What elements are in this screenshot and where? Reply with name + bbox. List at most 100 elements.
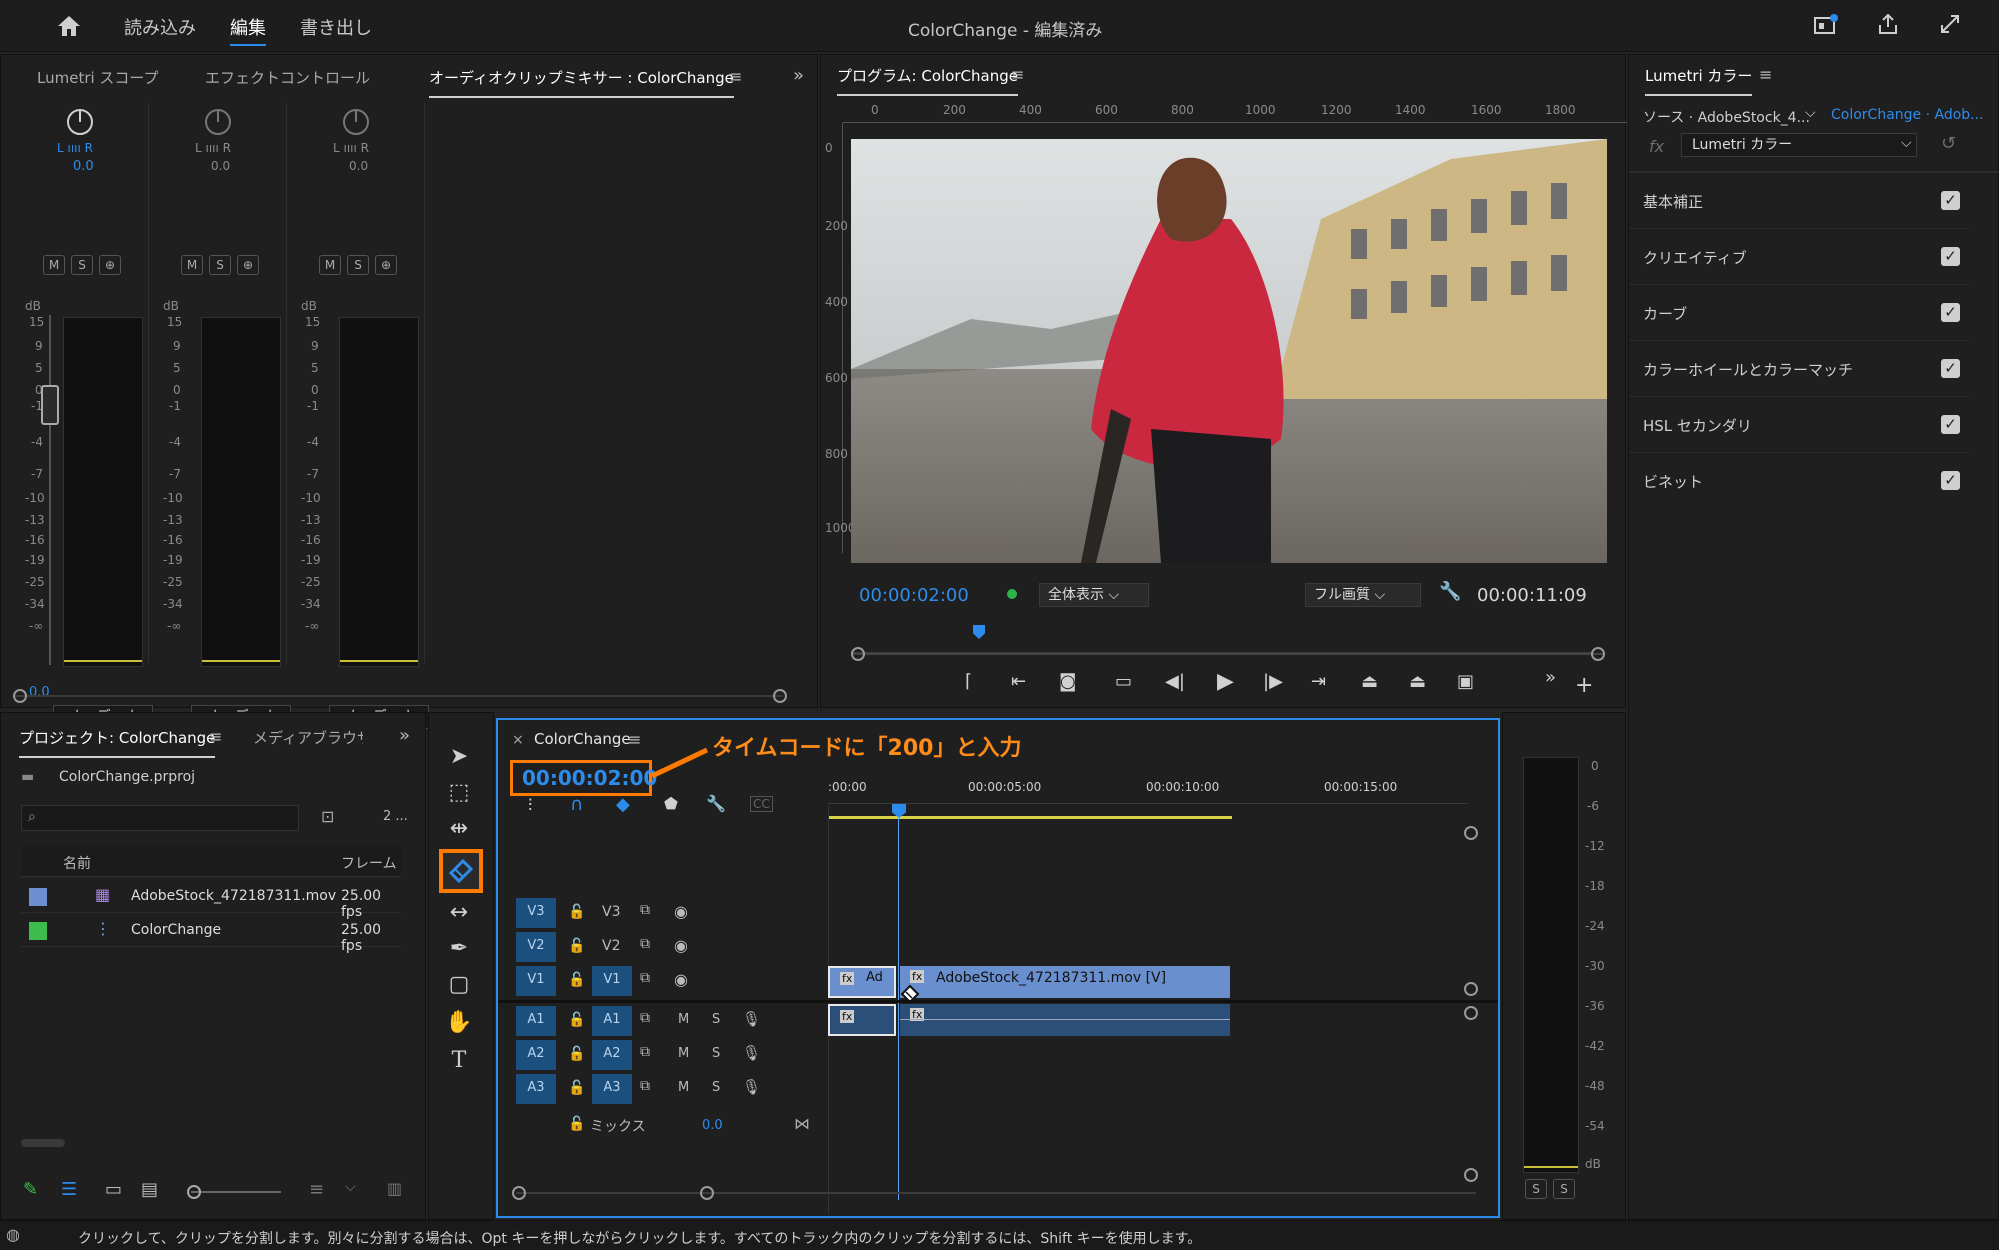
column-frame-rate[interactable]: フレーム — [341, 853, 397, 873]
chevron-down-icon[interactable]: ⌵ — [345, 1179, 356, 1195]
slip-tool-icon[interactable]: ↔ — [445, 899, 473, 927]
video-frame[interactable] — [851, 139, 1607, 563]
pen-tool-icon[interactable]: ✒ — [445, 935, 473, 963]
nav-export[interactable]: 書き出し — [300, 14, 372, 40]
vertical-scroll-handle[interactable] — [1464, 1168, 1478, 1182]
panel-menu-icon[interactable]: ≡ — [1011, 65, 1024, 84]
column-name[interactable]: 名前 — [63, 853, 91, 873]
home-icon[interactable] — [56, 14, 82, 38]
label-color-swatch[interactable] — [29, 888, 47, 906]
sequence-clip-link[interactable]: ColorChange · Adob... — [1831, 107, 1984, 123]
lock-icon[interactable]: 🔓 — [568, 1012, 585, 1028]
scroll-handle-right[interactable] — [1591, 647, 1605, 661]
step-back-icon[interactable]: ◀| — [1165, 671, 1185, 692]
pan-knob-icon[interactable] — [341, 107, 371, 137]
track-target-a2[interactable]: A2 — [592, 1040, 632, 1070]
chevron-down-icon[interactable]: ⌵ — [1805, 105, 1816, 121]
section-color-wheels[interactable]: カラーホイールとカラーマッチ ✓ — [1629, 341, 1969, 397]
track-target-a3[interactable]: A3 — [592, 1074, 632, 1104]
extract-icon[interactable]: ⏏ — [1409, 671, 1426, 692]
add-button-icon[interactable]: + — [1575, 673, 1593, 698]
lock-icon[interactable]: 🔓 — [568, 1080, 585, 1096]
source-patch-a3[interactable]: A3 — [516, 1074, 556, 1104]
snap-magnet-icon[interactable]: ∩ — [570, 794, 583, 815]
work-area-bar[interactable] — [828, 816, 1232, 819]
overflow-chevron-icon[interactable]: » — [793, 65, 804, 86]
play-icon[interactable]: ▶ — [1217, 669, 1234, 694]
pan-knob-icon[interactable] — [65, 107, 95, 137]
mute-button[interactable]: M — [319, 255, 341, 275]
horizontal-scrollbar[interactable] — [13, 695, 783, 697]
mute-button[interactable]: M — [181, 255, 203, 275]
rectangle-tool-icon[interactable]: ▢ — [445, 971, 473, 999]
list-view-icon[interactable]: ☰ — [61, 1179, 77, 1200]
pencil-icon[interactable]: ✎ — [23, 1179, 38, 1200]
solo-button[interactable]: S — [209, 255, 231, 275]
program-timecode[interactable]: 00:00:02:00 — [859, 585, 969, 606]
overflow-chevron-icon[interactable]: » — [399, 725, 410, 746]
zoom-slider-handle[interactable] — [187, 1185, 201, 1199]
video-clip-left[interactable]: fx Ad — [828, 966, 896, 998]
section-curves[interactable]: カーブ ✓ — [1629, 285, 1969, 341]
compare-icon[interactable]: ▣ — [1457, 671, 1474, 692]
nest-icon[interactable]: ⫶ — [528, 796, 532, 816]
solo-button[interactable]: S — [712, 1012, 720, 1027]
workspaces-icon[interactable] — [1814, 14, 1838, 36]
sync-lock-icon[interactable]: ⧉ — [640, 1010, 650, 1026]
solo-left-button[interactable]: S — [1525, 1179, 1547, 1199]
section-creative[interactable]: クリエイティブ ✓ — [1629, 229, 1969, 285]
source-patch-v2[interactable]: V2 — [516, 932, 556, 962]
source-patch-v1[interactable]: V1 — [516, 966, 556, 996]
tab-lumetri-scopes[interactable]: Lumetri スコープ — [37, 67, 159, 88]
lift-icon[interactable]: ⏏ — [1361, 671, 1378, 692]
solo-button[interactable]: S — [347, 255, 369, 275]
scroll-handle-right[interactable] — [773, 689, 787, 703]
lock-icon[interactable]: 🔓 — [568, 972, 585, 988]
close-icon[interactable]: × — [512, 732, 524, 748]
panel-menu-icon[interactable]: ≡ — [1759, 65, 1772, 84]
mini-timeline[interactable] — [851, 633, 1591, 653]
hand-tool-icon[interactable]: ✋ — [445, 1009, 473, 1037]
section-enable-checkbox[interactable]: ✓ — [1941, 415, 1960, 434]
record-button[interactable]: ⊕ — [237, 255, 259, 275]
wrench-icon[interactable]: 🔧 — [706, 794, 726, 813]
search-input[interactable]: ⌕ — [21, 805, 299, 831]
lumetri-title[interactable]: Lumetri カラー — [1645, 65, 1753, 96]
volume-fader-handle[interactable] — [41, 385, 59, 425]
panel-menu-icon[interactable]: ≡ — [729, 67, 742, 86]
solo-button[interactable]: S — [71, 255, 93, 275]
program-title[interactable]: プログラム: ColorChange — [837, 65, 1018, 96]
zoom-select[interactable]: 全体表示 ⌵ — [1039, 583, 1149, 607]
icon-view-icon[interactable]: ▭ — [105, 1179, 122, 1200]
time-ruler[interactable]: :00:00 00:00:05:00 00:00:10:00 00:00:15:… — [828, 760, 1468, 804]
sync-lock-icon[interactable]: ⧉ — [640, 936, 650, 952]
vertical-scroll-handle[interactable] — [1464, 826, 1478, 840]
section-enable-checkbox[interactable]: ✓ — [1941, 191, 1960, 210]
selection-tool-icon[interactable]: ➤ — [445, 743, 473, 771]
video-clip-right[interactable]: fx AdobeStock_472187311.mov [V] — [900, 966, 1230, 998]
section-vignette[interactable]: ビネット ✓ — [1629, 453, 1969, 509]
pan-knob-icon[interactable] — [203, 107, 233, 137]
new-bin-icon[interactable]: ⊡ — [321, 807, 334, 826]
lock-icon[interactable]: 🔓 — [568, 1046, 585, 1062]
lock-icon[interactable]: 🔓 — [568, 1116, 585, 1132]
lock-icon[interactable]: 🔓 — [568, 904, 585, 920]
source-patch-v3[interactable]: V3 — [516, 898, 556, 928]
ripple-edit-tool-icon[interactable]: ⇹ — [445, 815, 473, 843]
scroll-handle-left[interactable] — [851, 647, 865, 661]
mute-button[interactable]: M — [678, 1080, 689, 1095]
go-to-in-icon[interactable]: ⇤ — [1011, 671, 1026, 692]
sync-lock-icon[interactable]: ⧉ — [640, 970, 650, 986]
sync-lock-icon[interactable]: ⧉ — [640, 1078, 650, 1094]
fullscreen-icon[interactable] — [1938, 12, 1962, 36]
solo-button[interactable]: S — [712, 1046, 720, 1061]
source-patch-a2[interactable]: A2 — [516, 1040, 556, 1070]
track-target-v1[interactable]: V1 — [592, 966, 632, 996]
razor-tool-icon[interactable] — [439, 849, 483, 893]
scroll-handle-left[interactable] — [512, 1186, 526, 1200]
label-color-swatch[interactable] — [29, 922, 47, 940]
freeform-view-icon[interactable]: ▤ — [141, 1179, 158, 1200]
section-enable-checkbox[interactable]: ✓ — [1941, 247, 1960, 266]
scroll-handle-right[interactable] — [700, 1186, 714, 1200]
vertical-scroll-handle[interactable] — [1464, 982, 1478, 996]
